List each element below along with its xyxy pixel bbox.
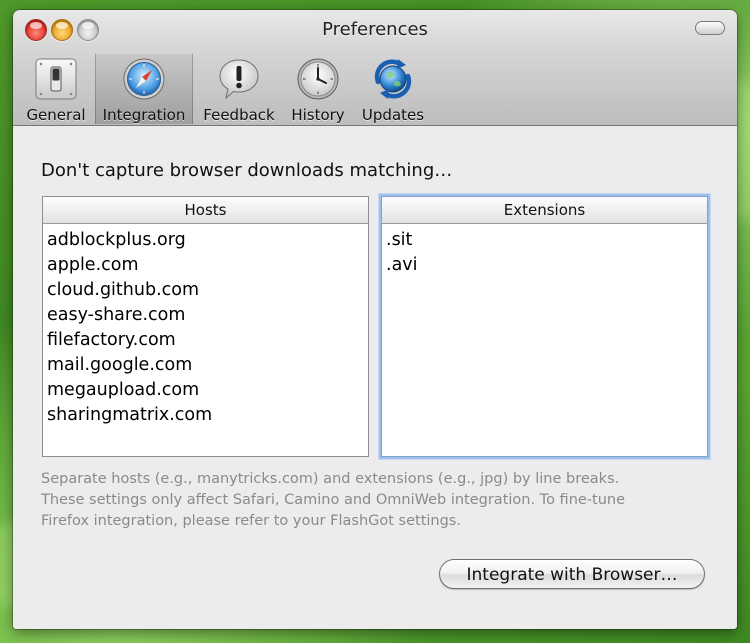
extensions-list[interactable]: Extensions .sit .avi — [381, 196, 708, 457]
extensions-text-area[interactable]: .sit .avi — [382, 224, 707, 278]
list-item[interactable]: megaupload.com — [47, 378, 368, 403]
list-item[interactable]: cloud.github.com — [47, 278, 368, 303]
help-line: Separate hosts (e.g., manytricks.com) an… — [41, 471, 620, 487]
list-item[interactable]: .avi — [386, 253, 707, 278]
toolbar-item-history[interactable]: History — [287, 54, 349, 124]
list-item[interactable]: adblockplus.org — [47, 228, 368, 253]
window-title: Preferences — [322, 19, 428, 40]
toolbar-label-updates: Updates — [361, 106, 425, 124]
toolbar-label-general: General — [26, 106, 86, 124]
toolbar-toggle-button[interactable] — [695, 21, 725, 35]
extensions-column-header[interactable]: Extensions — [382, 197, 707, 224]
compass-icon — [123, 58, 165, 100]
exclusions-heading: Don't capture browser downloads matching… — [41, 160, 453, 181]
list-item[interactable]: apple.com — [47, 253, 368, 278]
integrate-with-browser-button[interactable]: Integrate with Browser… — [439, 559, 705, 589]
list-item[interactable]: mail.google.com — [47, 353, 368, 378]
list-item[interactable]: filefactory.com — [47, 328, 368, 353]
hosts-text-area[interactable]: adblockplus.org apple.com cloud.github.c… — [43, 224, 368, 428]
list-item[interactable]: easy-share.com — [47, 303, 368, 328]
help-text: Separate hosts (e.g., manytricks.com) an… — [41, 469, 711, 532]
toolbar-item-updates[interactable]: Updates — [357, 54, 429, 124]
titlebar: Preferences General Integration Feedback… — [13, 10, 737, 126]
hosts-list[interactable]: Hosts adblockplus.org apple.com cloud.gi… — [42, 196, 369, 457]
list-item[interactable]: .sit — [386, 228, 707, 253]
exclamation-bubble-icon — [219, 59, 259, 100]
preferences-window: Preferences General Integration Feedback… — [13, 10, 737, 629]
toolbar-label-feedback: Feedback — [203, 106, 275, 124]
globe-arrows-icon — [374, 59, 412, 99]
toolbar-item-integration[interactable]: Integration — [95, 54, 193, 124]
toolbar-label-integration: Integration — [102, 106, 186, 124]
toolbar-label-history: History — [291, 106, 345, 124]
clock-icon — [297, 58, 339, 100]
help-line: These settings only affect Safari, Camin… — [41, 492, 626, 508]
hosts-column-header[interactable]: Hosts — [43, 197, 368, 224]
switch-icon — [35, 58, 77, 100]
toolbar-item-general[interactable]: General — [19, 54, 93, 124]
help-line: Firefox integration, please refer to you… — [41, 513, 461, 529]
list-item[interactable]: sharingmatrix.com — [47, 403, 368, 428]
toolbar-item-feedback[interactable]: Feedback — [199, 54, 279, 124]
